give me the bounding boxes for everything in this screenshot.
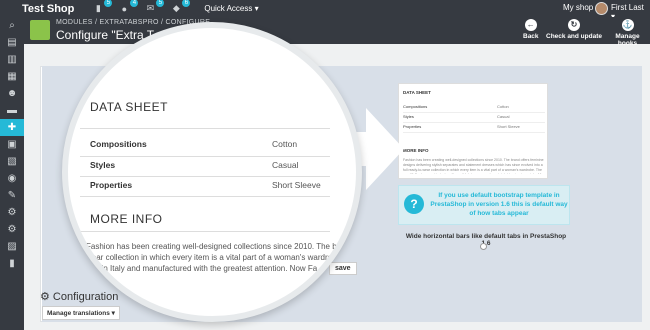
sidebar: ⌕ ▤ ▥ ▦ ☻ ▬ ✚ ▣ ▧ ◉ ✎ ⚙ ⚙ ▨ ▮: [0, 17, 24, 330]
more-info-line: ade in Italy and manufactured with the g…: [86, 264, 318, 273]
preview-card: DATA SHEET Compositions Cotton Styles Casu…: [398, 83, 548, 179]
datasheet-key: Styles: [90, 160, 116, 170]
more-info-title: MORE INFO: [90, 212, 163, 226]
divider: [80, 156, 330, 157]
divider: [80, 176, 330, 177]
preview-datasheet-title: DATA SHEET: [403, 90, 431, 95]
notifications-icon[interactable]: ◆ 6: [170, 0, 191, 14]
preview-row-value: Cotton: [497, 104, 509, 109]
stats-bar-icon[interactable]: ▬: [0, 102, 24, 119]
my-shop-link[interactable]: My shop: [563, 3, 593, 12]
info-box: ? If you use default bootstrap template …: [398, 185, 570, 225]
stats-icon[interactable]: ▮: [0, 255, 24, 272]
orders-icon[interactable]: ▦: [0, 68, 24, 85]
check-update-button[interactable]: ↻ Check and update: [546, 19, 602, 40]
datasheet-title: DATA SHEET: [90, 100, 168, 114]
preview-row-key: Properties: [403, 124, 422, 129]
preview-more-info-text: Fashion has been creating well-designed …: [403, 158, 544, 174]
more-info-line: wear collection in which every item is a…: [86, 253, 337, 262]
module-puzzle-icon: [30, 20, 50, 40]
more-info-text: Fashion has been creating well-designed …: [86, 241, 340, 274]
back-label: Back: [523, 33, 539, 40]
messages-icon[interactable]: ✉ 5: [144, 0, 165, 14]
magnified-content: DATA SHEET Compositions Cotton Styles Casu…: [68, 28, 356, 316]
datasheet-key: Properties: [90, 180, 133, 190]
payment-icon[interactable]: ▧: [0, 153, 24, 170]
question-icon: ?: [404, 194, 424, 214]
notifications-badge: 6: [182, 0, 191, 7]
preview-row: Properties Short Sleeve: [403, 124, 545, 133]
wide-tabs-radio[interactable]: [480, 243, 487, 250]
datasheet-row: Styles Casual: [90, 160, 330, 170]
preview-row: Styles Casual: [403, 114, 545, 123]
search-icon[interactable]: ⌕: [0, 17, 24, 34]
manage-translations-button[interactable]: Manage translations ▾: [42, 306, 120, 320]
gear-icon: ⚙: [40, 291, 53, 303]
refresh-icon: ↻: [567, 19, 580, 31]
divider: [80, 231, 330, 232]
configuration-heading: ⚙ Configuration: [40, 290, 118, 303]
orders-badge: 5: [104, 0, 113, 7]
modules-icon[interactable]: ✚: [0, 119, 24, 136]
preview-more-info-title: MORE INFO: [403, 148, 429, 153]
divider: [80, 128, 330, 129]
shop-name[interactable]: Test Shop: [22, 3, 74, 15]
dashboard-icon[interactable]: ▤: [0, 34, 24, 51]
preferences-icon[interactable]: ⚙: [0, 204, 24, 221]
datasheet-value: Casual: [272, 160, 299, 170]
back-icon: ←: [524, 19, 537, 31]
configuration-title: Configuration: [52, 291, 119, 303]
messages-badge: 5: [156, 0, 165, 7]
customers-icon[interactable]: ● 4: [118, 0, 139, 14]
advanced-icon[interactable]: ⚙: [0, 221, 24, 238]
tools-icon[interactable]: ✎: [0, 187, 24, 204]
top-bar: Test Shop ▮ 5 ● 4 ✉ 5 ◆ 6 Quick Access ▾ My …: [0, 0, 650, 21]
datasheet-value: Short Sleeve: [272, 180, 321, 190]
customers-icon[interactable]: ☻: [0, 85, 24, 102]
preview-row: Compositions Cotton: [403, 104, 545, 113]
orders-icon[interactable]: ▮ 5: [92, 0, 113, 14]
datasheet-value: Cotton: [272, 139, 298, 149]
back-button[interactable]: ← Back: [523, 19, 539, 40]
info-text: If you use default bootstrap template in…: [430, 192, 568, 217]
quick-access-menu[interactable]: Quick Access ▾: [204, 4, 258, 13]
check-update-label: Check and update: [546, 33, 602, 40]
localization-icon[interactable]: ◉: [0, 170, 24, 187]
magnified-datasheet: DATA SHEET Compositions Cotton Styles Casu…: [62, 22, 362, 322]
shipping-icon[interactable]: ▣: [0, 136, 24, 153]
datasheet-row: Compositions Cotton: [90, 139, 330, 149]
preview-row-value: Short Sleeve: [497, 124, 520, 129]
anchor-icon: ⚓: [621, 19, 634, 31]
customers-badge: 4: [130, 0, 139, 7]
preview-row-key: Compositions: [403, 104, 428, 109]
avatar[interactable]: [595, 2, 608, 15]
manage-hooks-button[interactable]: ⚓ Manage hooks: [605, 19, 650, 47]
preview-row-key: Styles: [403, 114, 414, 119]
datasheet-key: Compositions: [90, 139, 147, 149]
datasheet-row: Properties Short Sleeve: [90, 180, 330, 190]
preview-row-value: Casual: [497, 114, 510, 119]
main-content: Select typ DATA SHEET CompositionsCotton…: [24, 22, 650, 330]
divider: [80, 196, 330, 197]
admin-icon[interactable]: ▨: [0, 238, 24, 255]
more-info-line: Fashion has been creating well-designed …: [86, 242, 340, 251]
catalog-icon[interactable]: ▥: [0, 51, 24, 68]
